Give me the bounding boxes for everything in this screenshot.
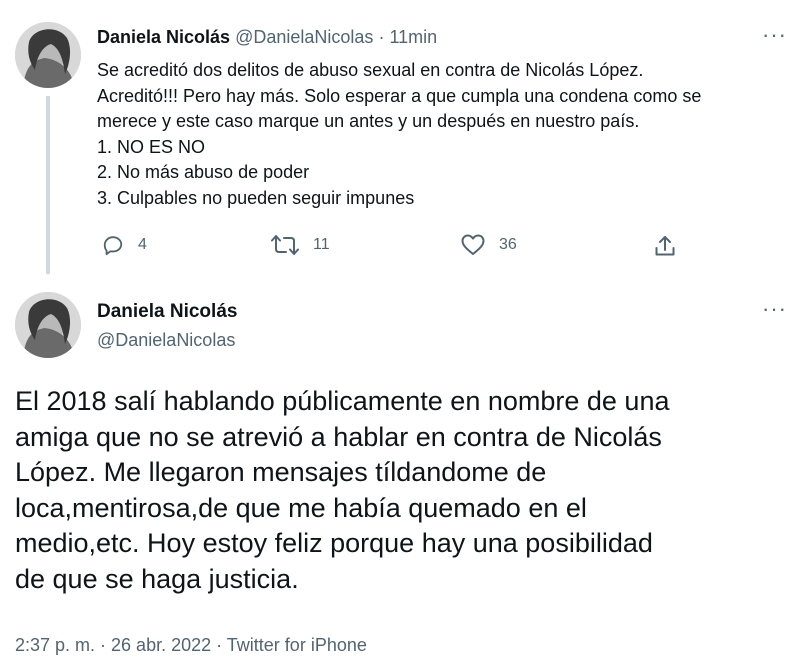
tweet-timestamp[interactable]: 2:37 p. m. · 26 abr. 2022 · Twitter for … <box>15 633 367 657</box>
separator: · <box>378 27 385 47</box>
more-icon[interactable]: ··· <box>762 24 787 46</box>
tweet-text: Se acreditó dos delitos de abuso sexual … <box>97 58 787 212</box>
tweet-line: López. Me llegaron mensajes tíldandome d… <box>15 457 547 487</box>
thread-line <box>46 96 50 274</box>
tweet-line: Acreditó!!! Pero hay más. Solo esperar a… <box>97 85 702 106</box>
avatar[interactable] <box>15 22 81 88</box>
tweet-time[interactable]: 11min <box>389 27 437 47</box>
avatar-photo <box>15 292 81 358</box>
avatar[interactable] <box>15 292 81 358</box>
tweet-line: medio,etc. Hoy estoy feliz porque hay un… <box>15 528 653 558</box>
author-handle[interactable]: @DanielaNicolas <box>235 27 373 47</box>
tweet-line: El 2018 salí hablando públicamente en no… <box>15 386 670 416</box>
retweet-count: 11 <box>313 236 330 253</box>
tweet-text: El 2018 salí hablando públicamente en no… <box>15 384 790 597</box>
avatar-photo <box>15 22 81 88</box>
author-name[interactable]: Daniela Nicolás <box>97 300 237 324</box>
more-icon[interactable]: ··· <box>762 298 787 320</box>
heart-icon <box>461 234 485 255</box>
like-button[interactable]: 36 <box>461 234 517 256</box>
author-name[interactable]: Daniela Nicolás <box>97 27 230 47</box>
reply-button[interactable]: 4 <box>102 234 147 256</box>
tweet-line: 3. Culpables no pueden seguir impunes <box>97 187 415 208</box>
tweet-line: merece y este caso marque un antes y un … <box>97 111 640 132</box>
retweet-icon <box>271 235 299 255</box>
author-handle[interactable]: @DanielaNicolas <box>97 328 235 352</box>
tweet-line: 2. No más abuso de poder <box>97 162 310 183</box>
tweet-line: loca,mentirosa,de que me había quemado e… <box>15 492 587 523</box>
tweet-line: Se acreditó dos delitos de abuso sexual … <box>97 60 644 80</box>
tweet-line: de que se haga justicia. <box>15 563 299 594</box>
retweet-button[interactable]: 11 <box>271 234 330 256</box>
tweet-line: 1. NO ES NO <box>97 136 206 157</box>
reply-count: 4 <box>138 236 147 253</box>
share-icon <box>655 236 675 256</box>
tweet-actions: 4 11 36 <box>97 234 687 264</box>
reply-icon <box>103 236 123 256</box>
like-count: 36 <box>499 236 517 253</box>
tweet-line: amiga que no se atrevió a hablar en cont… <box>15 421 662 452</box>
tweet-header: Daniela Nicolás @DanielaNicolas · 11min <box>97 26 437 48</box>
share-button[interactable] <box>653 234 677 258</box>
